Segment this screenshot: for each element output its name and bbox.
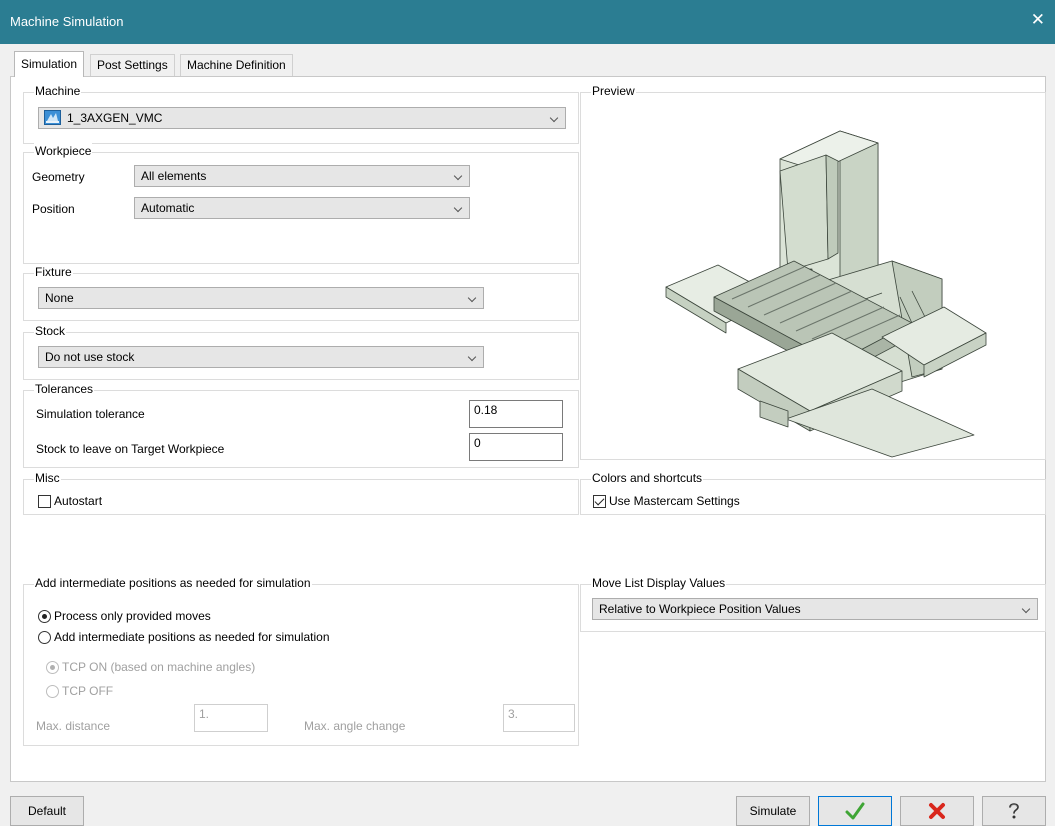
chevron-down-icon bbox=[549, 113, 559, 123]
chevron-down-icon bbox=[467, 352, 477, 362]
close-icon[interactable]: ✕ bbox=[1031, 11, 1045, 28]
fixture-group-label: Fixture bbox=[34, 264, 73, 280]
process-only-provided-moves-radio[interactable]: Process only provided moves bbox=[38, 609, 211, 623]
tolerances-group-label: Tolerances bbox=[34, 381, 95, 397]
max-distance-label: Max. distance bbox=[36, 719, 111, 733]
machine-select-value: 1_3AXGEN_VMC bbox=[67, 111, 163, 125]
chevron-down-icon bbox=[1021, 604, 1031, 614]
red-x-icon bbox=[929, 803, 945, 819]
tab-post-settings[interactable]: Post Settings bbox=[90, 54, 175, 76]
colors-shortcuts-group-label: Colors and shortcuts bbox=[591, 470, 704, 486]
machine-group-label: Machine bbox=[34, 83, 82, 99]
simulation-tab-panel: Machine 1_3AXGEN_VMC Workpiece Geometry … bbox=[10, 76, 1046, 782]
help-button[interactable] bbox=[982, 796, 1046, 826]
machine-icon bbox=[44, 110, 61, 125]
simulate-button[interactable]: Simulate bbox=[736, 796, 810, 826]
fixture-select[interactable]: None bbox=[38, 287, 484, 309]
move-list-display-select[interactable]: Relative to Workpiece Position Values bbox=[592, 598, 1038, 620]
tab-simulation[interactable]: Simulation bbox=[14, 51, 85, 77]
geometry-select[interactable]: All elements bbox=[134, 165, 470, 187]
position-select[interactable]: Automatic bbox=[134, 197, 470, 219]
autostart-label: Autostart bbox=[54, 494, 103, 508]
preview-group-label: Preview bbox=[591, 83, 636, 99]
colors-shortcuts-group: Colors and shortcuts Use Mastercam Setti… bbox=[580, 470, 1046, 515]
autostart-checkbox[interactable]: Autostart bbox=[38, 494, 102, 508]
radio-unselected-icon bbox=[38, 630, 51, 644]
max-distance-input[interactable]: 1. bbox=[194, 704, 268, 732]
tcp-off-label: TCP OFF bbox=[62, 684, 114, 698]
chevron-down-icon bbox=[453, 171, 463, 181]
add-intermediate-positions-radio[interactable]: Add intermediate positions as needed for… bbox=[38, 630, 330, 644]
tolerances-group: Tolerances Simulation tolerance 0.18 Sto… bbox=[23, 381, 579, 468]
stock-select[interactable]: Do not use stock bbox=[38, 346, 484, 368]
title-bar: Machine Simulation ✕ bbox=[0, 0, 1055, 44]
fixture-group: Fixture None bbox=[23, 264, 579, 321]
chevron-down-icon bbox=[453, 203, 463, 213]
misc-group: Misc Autostart bbox=[23, 470, 579, 515]
machine-preview-image bbox=[665, 130, 987, 458]
intermediate-positions-group-label: Add intermediate positions as needed for… bbox=[34, 575, 312, 591]
default-button[interactable]: Default bbox=[10, 796, 84, 826]
window-title: Machine Simulation bbox=[10, 14, 124, 29]
machine-select[interactable]: 1_3AXGEN_VMC bbox=[38, 107, 566, 129]
tcp-on-label: TCP ON (based on machine angles) bbox=[62, 660, 256, 674]
use-mastercam-settings-checkbox[interactable]: Use Mastercam Settings bbox=[593, 494, 740, 508]
position-select-value: Automatic bbox=[141, 201, 195, 215]
radio-selected-icon bbox=[38, 609, 51, 623]
move-list-display-group-label: Move List Display Values bbox=[591, 575, 727, 591]
geometry-select-value: All elements bbox=[141, 169, 207, 183]
stock-to-leave-input[interactable]: 0 bbox=[469, 433, 563, 461]
simulation-tolerance-label: Simulation tolerance bbox=[36, 407, 145, 421]
stock-to-leave-label: Stock to leave on Target Workpiece bbox=[36, 442, 225, 456]
checkbox-unchecked-icon bbox=[38, 494, 51, 508]
checkbox-checked-icon bbox=[593, 494, 606, 508]
machine-group: Machine 1_3AXGEN_VMC bbox=[23, 83, 579, 144]
radio-unselected-icon bbox=[46, 684, 59, 698]
use-mastercam-settings-label: Use Mastercam Settings bbox=[609, 494, 740, 508]
checkmark-icon bbox=[845, 802, 865, 820]
workpiece-group-label: Workpiece bbox=[34, 143, 93, 159]
workpiece-group: Workpiece Geometry All elements Position… bbox=[23, 143, 579, 264]
add-intermediate-positions-label: Add intermediate positions as needed for… bbox=[54, 630, 330, 644]
simulation-tolerance-input[interactable]: 0.18 bbox=[469, 400, 563, 428]
tcp-on-radio[interactable]: TCP ON (based on machine angles) bbox=[46, 660, 255, 674]
move-list-display-group: Move List Display Values Relative to Wor… bbox=[580, 575, 1046, 632]
cancel-button[interactable] bbox=[900, 796, 974, 826]
max-angle-change-label: Max. angle change bbox=[304, 719, 406, 733]
radio-selected-icon bbox=[46, 660, 59, 674]
intermediate-positions-group: Add intermediate positions as needed for… bbox=[23, 575, 579, 746]
geometry-label: Geometry bbox=[32, 170, 85, 184]
stock-select-value: Do not use stock bbox=[45, 350, 135, 364]
ok-button[interactable] bbox=[818, 796, 892, 826]
process-only-provided-moves-label: Process only provided moves bbox=[54, 609, 211, 623]
chevron-down-icon bbox=[467, 293, 477, 303]
move-list-display-select-value: Relative to Workpiece Position Values bbox=[599, 602, 801, 616]
max-angle-change-input[interactable]: 3. bbox=[503, 704, 575, 732]
stock-group: Stock Do not use stock bbox=[23, 323, 579, 380]
tab-machine-definition[interactable]: Machine Definition bbox=[180, 54, 293, 76]
position-label: Position bbox=[32, 202, 75, 216]
fixture-select-value: None bbox=[45, 291, 74, 305]
tcp-off-radio[interactable]: TCP OFF bbox=[46, 684, 113, 698]
stock-group-label: Stock bbox=[34, 323, 67, 339]
misc-group-label: Misc bbox=[34, 470, 61, 486]
help-icon bbox=[1009, 803, 1019, 819]
preview-group: Preview bbox=[580, 83, 1046, 460]
